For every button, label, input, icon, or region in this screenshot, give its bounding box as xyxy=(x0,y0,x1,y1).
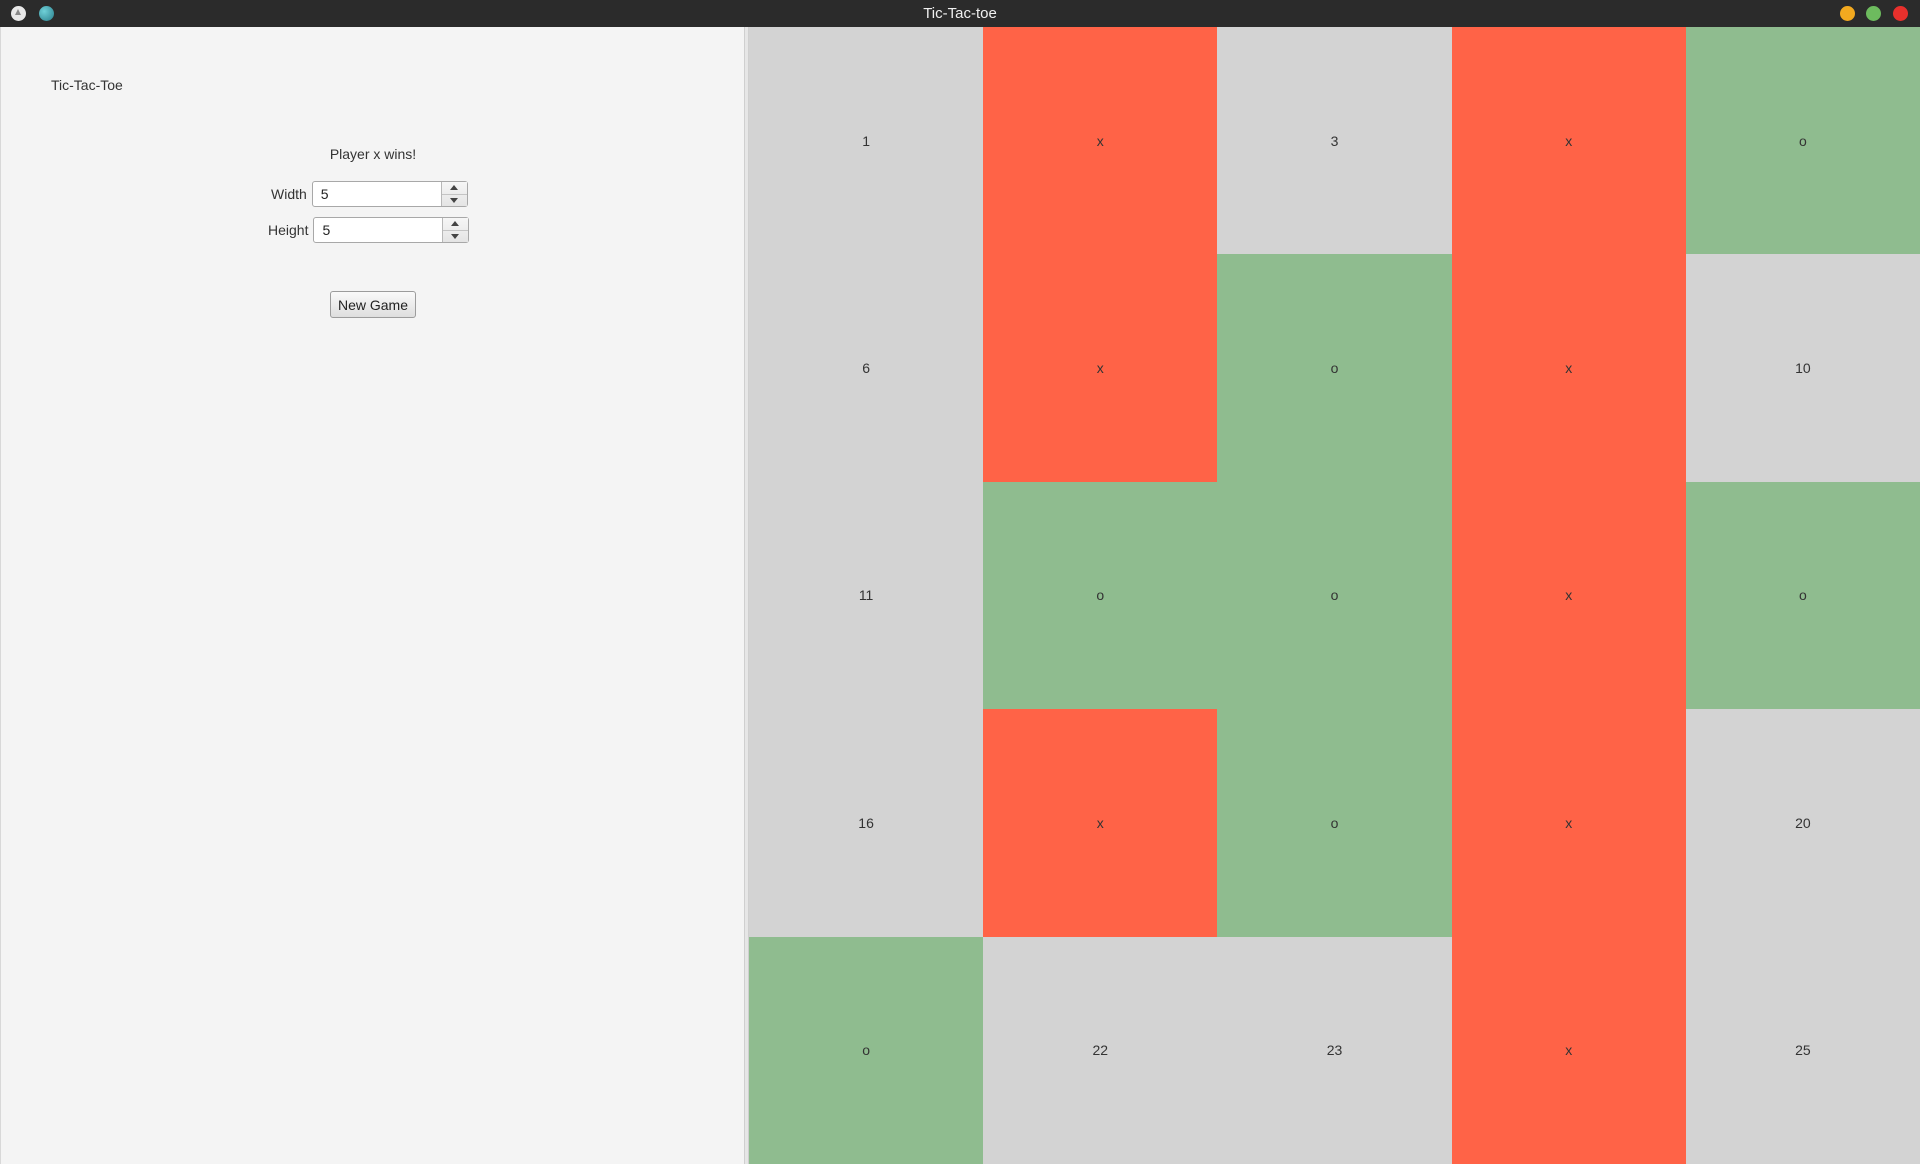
height-input[interactable] xyxy=(314,218,443,242)
board-cell[interactable]: 1 xyxy=(749,27,984,255)
height-label: Height xyxy=(268,222,309,238)
width-input[interactable] xyxy=(312,182,441,206)
board-cell[interactable]: x xyxy=(1451,254,1686,482)
height-increment-icon[interactable] xyxy=(443,218,468,230)
width-decrement-icon[interactable] xyxy=(441,193,467,207)
board-cell[interactable]: x xyxy=(1451,27,1686,255)
width-row: Width xyxy=(271,181,468,207)
board-cell[interactable]: x xyxy=(1451,936,1686,1164)
board-cell[interactable]: 20 xyxy=(1685,709,1920,937)
board-cell[interactable]: x xyxy=(1451,481,1686,710)
width-label: Width xyxy=(271,186,307,202)
board-cell[interactable]: o xyxy=(1217,254,1452,482)
board-cell[interactable]: 16 xyxy=(749,709,984,937)
height-row: Height xyxy=(268,217,470,243)
height-decrement-icon[interactable] xyxy=(443,229,469,243)
game-status: Player x wins! xyxy=(329,146,417,162)
board-cell[interactable]: o xyxy=(749,936,984,1164)
board-cell[interactable]: x xyxy=(983,27,1218,255)
maximize-icon[interactable] xyxy=(1866,6,1881,21)
game-board: 1 x 3 x o 6 x o x 10 11 o o x o 16 x o x 20 o 22 23 x 25 xyxy=(749,27,1920,1164)
board-cell[interactable]: x xyxy=(1451,709,1686,937)
minimize-icon[interactable] xyxy=(1840,6,1855,21)
board-cell[interactable]: x xyxy=(983,254,1218,482)
board-cell[interactable]: 3 xyxy=(1217,27,1452,255)
height-spinner[interactable] xyxy=(313,217,470,243)
width-increment-icon[interactable] xyxy=(442,182,467,194)
board-cell[interactable]: 6 xyxy=(749,254,984,482)
width-spinner[interactable] xyxy=(311,181,468,207)
board-cell[interactable]: 11 xyxy=(749,481,984,710)
width-spin-buttons xyxy=(440,182,467,207)
new-game-button[interactable]: New Game xyxy=(330,291,416,318)
board-cell[interactable]: o xyxy=(1217,709,1452,937)
app-title: Tic-Tac-Toe xyxy=(51,77,123,93)
board-cell[interactable]: 23 xyxy=(1217,936,1452,1164)
board-cell[interactable]: o xyxy=(1685,27,1920,255)
window-title: Tic-Tac-toe xyxy=(923,5,997,22)
title-bar: Tic-Tac-toe xyxy=(0,0,1920,27)
board-cell[interactable]: o xyxy=(983,481,1218,710)
board-cell[interactable]: o xyxy=(1685,481,1920,710)
board-cell[interactable]: x xyxy=(983,709,1218,937)
board-cell[interactable]: 25 xyxy=(1685,936,1920,1164)
board-cell[interactable]: 10 xyxy=(1685,254,1920,482)
height-spin-buttons xyxy=(442,218,469,243)
close-icon[interactable] xyxy=(1893,6,1908,21)
board-cell[interactable]: 22 xyxy=(983,936,1218,1164)
control-panel: Tic-Tac-Toe Player x wins! Width Height … xyxy=(0,27,744,1164)
board-cell[interactable]: o xyxy=(1217,481,1452,710)
